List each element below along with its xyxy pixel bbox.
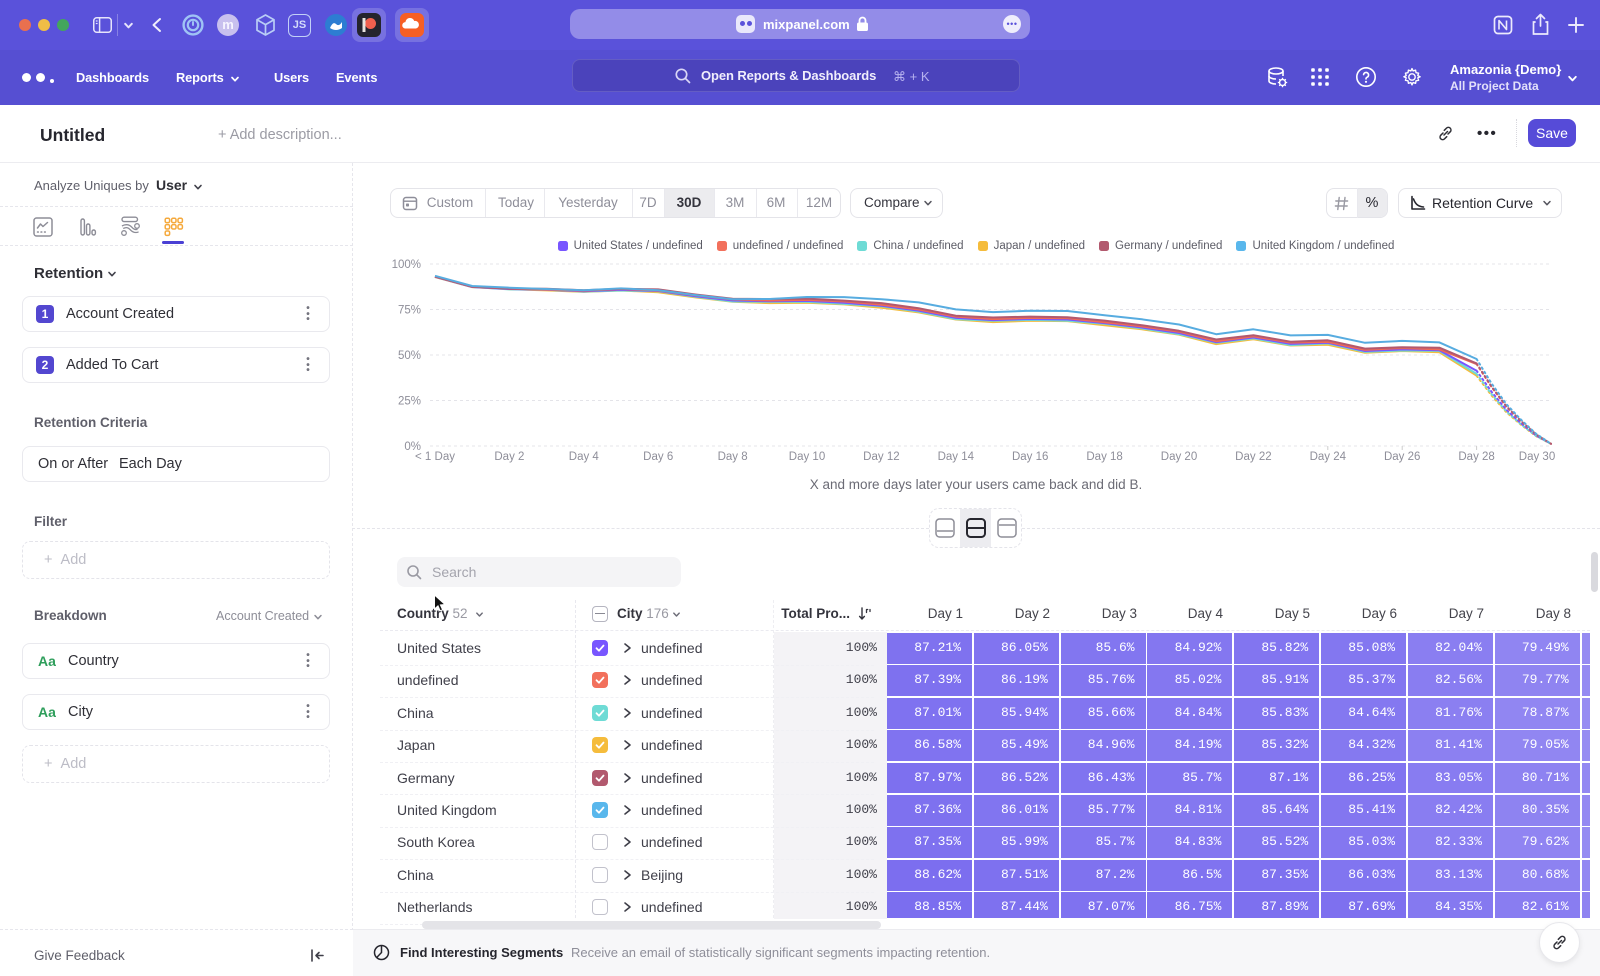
svg-text:Day 26: Day 26 [1384, 451, 1420, 463]
svg-text:Day 28: Day 28 [1458, 451, 1494, 463]
svg-text:50%: 50% [398, 350, 421, 362]
svg-text:Day 22: Day 22 [1235, 451, 1271, 463]
svg-text:Day 20: Day 20 [1161, 451, 1197, 463]
svg-text:Day 24: Day 24 [1310, 451, 1347, 463]
svg-text:Day 6: Day 6 [643, 451, 673, 463]
svg-text:Day 30: Day 30 [1519, 451, 1555, 463]
svg-text:Day 14: Day 14 [938, 451, 975, 463]
svg-text:25%: 25% [398, 396, 421, 408]
svg-text:< 1 Day: < 1 Day [415, 451, 455, 463]
svg-text:Day 18: Day 18 [1086, 451, 1122, 463]
svg-text:Day 2: Day 2 [494, 451, 524, 463]
svg-text:75%: 75% [398, 305, 421, 317]
svg-text:Day 10: Day 10 [789, 451, 825, 463]
svg-text:Day 16: Day 16 [1012, 451, 1048, 463]
svg-text:100%: 100% [392, 259, 421, 271]
svg-text:Day 8: Day 8 [718, 451, 748, 463]
svg-text:Day 4: Day 4 [569, 451, 600, 463]
svg-text:Day 12: Day 12 [863, 451, 899, 463]
